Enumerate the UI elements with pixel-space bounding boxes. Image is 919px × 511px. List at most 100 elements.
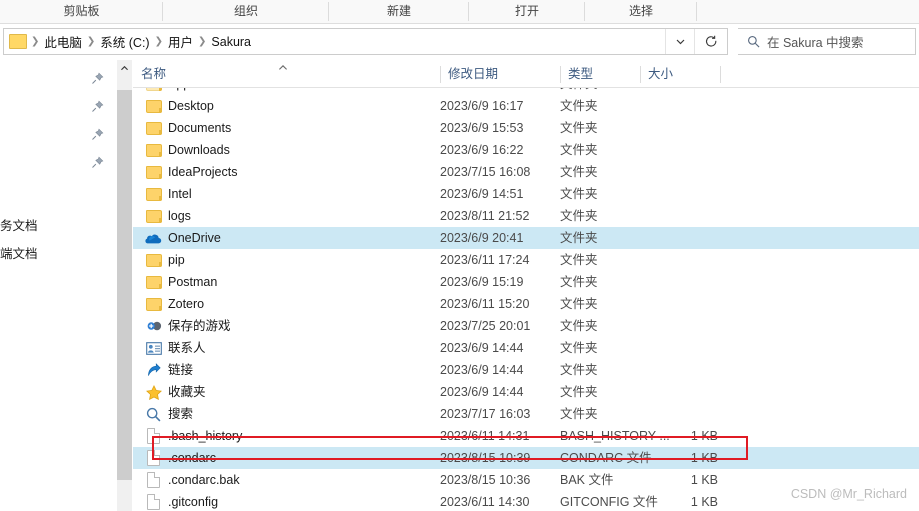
file-row[interactable]: Desktop 2023/6/9 16:17 文件夹 <box>133 95 919 117</box>
column-divider[interactable] <box>440 66 441 83</box>
ribbon-group-bar: 剪贴板 组织 新建 打开 选择 <box>0 0 919 24</box>
file-type: 文件夹 <box>560 99 598 113</box>
file-name-cell[interactable]: 联系人 <box>133 337 206 359</box>
chevron-up-icon[interactable] <box>117 60 132 77</box>
navigation-pane[interactable]: 务文档 端文档 <box>0 60 112 511</box>
file-name-cell[interactable]: IdeaProjects <box>133 161 237 183</box>
file-row[interactable]: .condarc 2023/8/15 10:39 CONDARC 文件 1 KB <box>133 447 919 469</box>
file-list[interactable]: AppData 2023/6/9 14:42 文件夹 Desktop 2023/6/9 … <box>133 88 919 511</box>
file-name-label: Zotero <box>168 297 205 311</box>
file-name-cell[interactable]: Postman <box>133 271 217 293</box>
nav-item-label-clipped-2[interactable]: 端文档 <box>0 243 38 262</box>
refresh-icon[interactable] <box>694 29 727 54</box>
file-name-cell[interactable]: OneDrive <box>133 227 221 249</box>
file-row[interactable]: 联系人 2023/6/9 14:44 文件夹 <box>133 337 919 359</box>
column-header-label: 类型 <box>568 67 594 81</box>
address-bar-row: ❯ 此电脑 ❯ 系统 (C:) ❯ 用户 ❯ Sakura 在 Sakura 中… <box>0 25 919 59</box>
file-name-cell[interactable]: .gitconfig <box>133 491 218 511</box>
file-row[interactable]: IdeaProjects 2023/7/15 16:08 文件夹 <box>133 161 919 183</box>
file-row[interactable]: logs 2023/8/11 21:52 文件夹 <box>133 205 919 227</box>
breadcrumb-separator: ❯ <box>86 36 96 47</box>
column-divider[interactable] <box>720 66 721 83</box>
nav-item-label-clipped-1[interactable]: 务文档 <box>0 215 38 234</box>
file-name-cell[interactable]: 保存的游戏 <box>133 315 231 337</box>
contacts-icon <box>145 340 162 357</box>
file-row[interactable]: Zotero 2023/6/11 15:20 文件夹 <box>133 293 919 315</box>
breadcrumb-item-system-c[interactable]: 系统 (C:) <box>97 32 152 51</box>
file-type: 文件夹 <box>560 341 598 355</box>
file-type: 文件夹 <box>560 187 598 201</box>
watermark: CSDN @Mr_Richard <box>790 487 907 501</box>
file-name-label: logs <box>168 209 191 223</box>
file-name-cell[interactable]: logs <box>133 205 191 227</box>
pin-icon[interactable] <box>91 72 104 85</box>
file-name-cell[interactable]: Downloads <box>133 139 230 161</box>
file-row[interactable]: 收藏夹 2023/6/9 14:44 文件夹 <box>133 381 919 403</box>
folder-icon <box>145 164 162 181</box>
file-name-cell[interactable]: Documents <box>133 117 231 139</box>
file-row[interactable]: Documents 2023/6/9 15:53 文件夹 <box>133 117 919 139</box>
breadcrumb-item-users[interactable]: 用户 <box>165 32 196 51</box>
file-name-cell[interactable]: pip <box>133 249 185 271</box>
column-divider[interactable] <box>560 66 561 83</box>
column-header-type[interactable]: 类型 <box>560 62 640 87</box>
file-name-cell[interactable]: 链接 <box>133 359 193 381</box>
breadcrumb-item-this-pc[interactable]: 此电脑 <box>41 32 85 51</box>
folder-icon <box>145 274 162 291</box>
pin-icon[interactable] <box>91 100 104 113</box>
file-name-label: AppData <box>168 88 217 95</box>
ribbon-group-label: 新建 <box>386 4 411 18</box>
file-date-modified: 2023/6/11 14:30 <box>440 495 530 509</box>
ribbon-group-select[interactable]: 选择 <box>585 0 697 23</box>
file-type: 文件夹 <box>560 319 598 333</box>
file-row[interactable]: Postman 2023/6/9 15:19 文件夹 <box>133 271 919 293</box>
file-row[interactable]: Downloads 2023/6/9 16:22 文件夹 <box>133 139 919 161</box>
breadcrumb-separator: ❯ <box>31 36 40 47</box>
file-name-label: OneDrive <box>168 231 221 245</box>
column-divider[interactable] <box>640 66 641 83</box>
file-name-label: Documents <box>168 121 232 135</box>
ribbon-group-organize[interactable]: 组织 <box>163 0 329 23</box>
file-name-cell[interactable]: Desktop <box>133 95 214 117</box>
ribbon-group-new[interactable]: 新建 <box>329 0 469 23</box>
file-name-label: 保存的游戏 <box>168 319 231 333</box>
file-name-cell[interactable]: .condarc.bak <box>133 469 240 491</box>
file-row[interactable]: .bash_history 2023/6/11 14:31 BASH_HISTORY… <box>133 425 919 447</box>
folder-icon <box>145 98 162 115</box>
searches-icon <box>145 406 162 423</box>
file-name-label: 搜索 <box>168 407 194 421</box>
ribbon-group-label: 选择 <box>628 4 653 18</box>
column-header-name[interactable]: 名称 <box>133 62 440 87</box>
file-row[interactable]: pip 2023/6/11 17:24 文件夹 <box>133 249 919 271</box>
chevron-down-icon[interactable] <box>665 29 694 54</box>
file-name-cell[interactable]: .bash_history <box>133 425 242 447</box>
file-name-cell[interactable]: AppData <box>133 88 217 95</box>
file-date-modified: 2023/6/11 14:31 <box>440 429 530 443</box>
pin-icon[interactable] <box>91 156 104 169</box>
file-name-label: 链接 <box>168 363 194 377</box>
file-name-cell[interactable]: 收藏夹 <box>133 381 206 403</box>
file-row[interactable]: 搜索 2023/7/17 16:03 文件夹 <box>133 403 919 425</box>
ribbon-group-open[interactable]: 打开 <box>469 0 585 23</box>
file-name-cell[interactable]: Zotero <box>133 293 204 315</box>
scrollbar-thumb[interactable] <box>117 90 132 480</box>
file-row[interactable]: AppData 2023/6/9 14:42 文件夹 <box>133 88 919 95</box>
column-header-date-modified[interactable]: 修改日期 <box>440 62 560 87</box>
file-icon <box>145 450 162 467</box>
file-name-label: IdeaProjects <box>168 165 238 179</box>
file-row[interactable]: OneDrive 2023/6/9 20:41 文件夹 <box>133 227 919 249</box>
file-name-cell[interactable]: .condarc <box>133 447 216 469</box>
column-header-size[interactable]: 大小 <box>640 62 720 87</box>
file-row[interactable]: 链接 2023/6/9 14:44 文件夹 <box>133 359 919 381</box>
file-row[interactable]: Intel 2023/6/9 14:51 文件夹 <box>133 183 919 205</box>
search-input[interactable]: 在 Sakura 中搜索 <box>738 28 916 55</box>
breadcrumb-item-sakura[interactable]: Sakura <box>208 35 254 49</box>
address-bar[interactable]: ❯ 此电脑 ❯ 系统 (C:) ❯ 用户 ❯ Sakura <box>3 28 728 55</box>
vertical-scrollbar[interactable] <box>117 60 132 511</box>
file-name-label: .condarc <box>168 451 216 465</box>
file-name-cell[interactable]: 搜索 <box>133 403 193 425</box>
pin-icon[interactable] <box>91 128 104 141</box>
ribbon-group-clipboard[interactable]: 剪贴板 <box>0 0 163 23</box>
file-name-cell[interactable]: Intel <box>133 183 192 205</box>
file-row[interactable]: 保存的游戏 2023/7/25 20:01 文件夹 <box>133 315 919 337</box>
